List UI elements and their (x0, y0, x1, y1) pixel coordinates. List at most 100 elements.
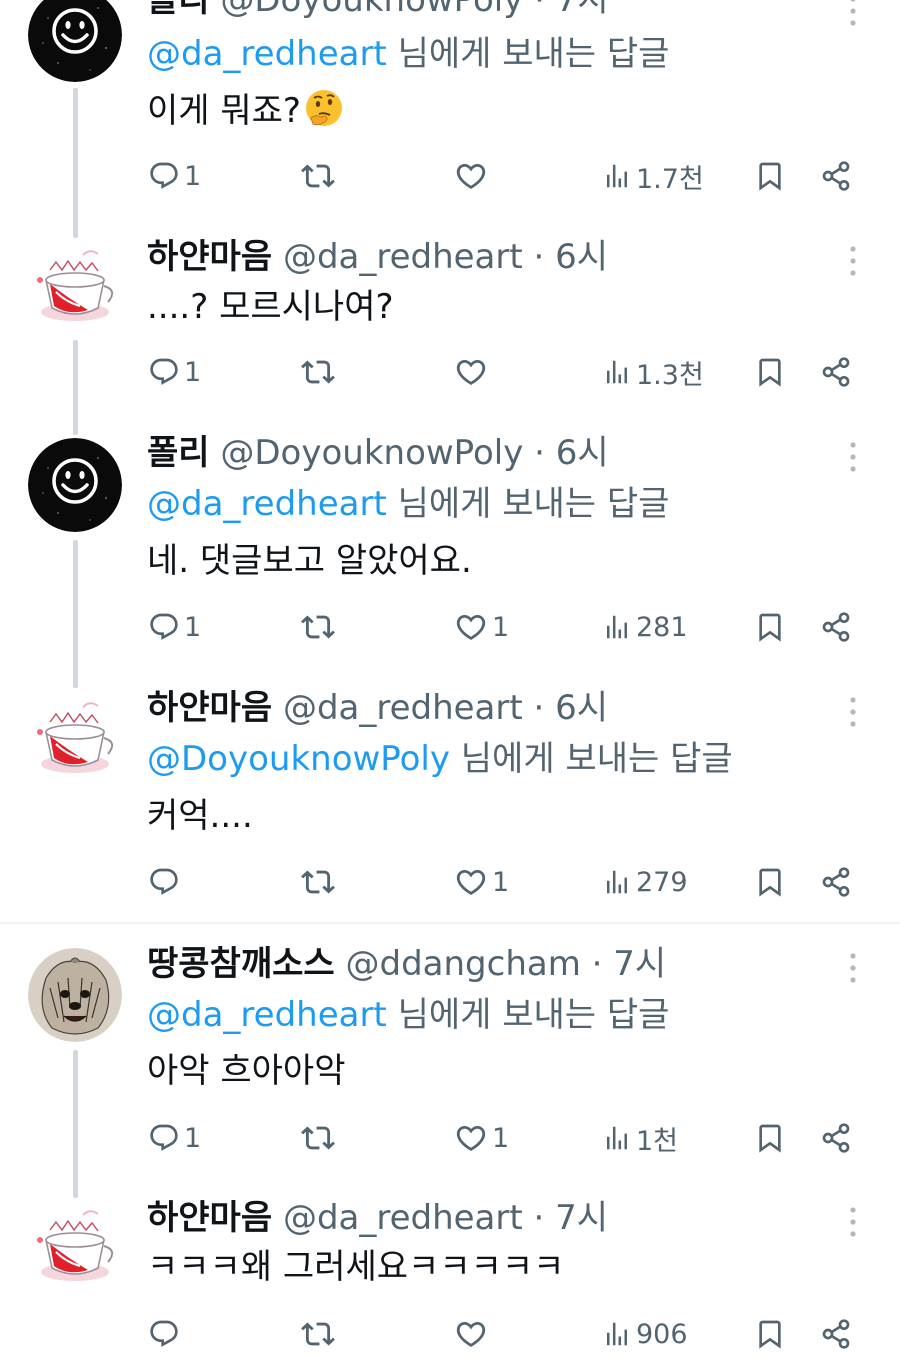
display-name[interactable]: 폴리 (147, 0, 210, 20)
tweet[interactable]: 폴리 @DoyouknowPoly · 6시 @da_redheart 님에게 … (0, 410, 900, 688)
separator: · (522, 688, 556, 728)
avatar[interactable] (28, 948, 122, 1042)
user-handle[interactable]: @da_redheart (283, 1198, 523, 1238)
share-button[interactable] (820, 605, 852, 649)
share-button[interactable] (820, 860, 852, 904)
views-button[interactable]: 281 (602, 605, 688, 649)
bookmark-icon (754, 610, 786, 644)
more-options-icon[interactable] (844, 0, 862, 28)
reply-button[interactable]: 1 (148, 154, 201, 198)
replying-suffix: 님에게 보내는 답글 (386, 484, 670, 524)
user-handle[interactable]: @DoyouknowPoly (220, 433, 523, 473)
bookmark-icon (754, 1121, 786, 1155)
tweet-header: 하얀마음 @da_redheart · 7시 (147, 1196, 608, 1240)
bookmark-button[interactable] (754, 154, 786, 198)
views-icon (602, 161, 632, 191)
views-button[interactable]: 279 (602, 860, 688, 904)
display-name[interactable]: 폴리 (147, 433, 210, 473)
like-button[interactable]: 1 (454, 605, 509, 649)
reply-button[interactable]: 1 (148, 350, 201, 394)
share-icon (820, 1122, 852, 1154)
tweet[interactable]: 폴리 @DoyouknowPoly · 7시 @da_redheart 님에게 … (0, 0, 900, 238)
reply-button[interactable] (148, 860, 184, 904)
bookmark-button[interactable] (754, 350, 786, 394)
avatar[interactable] (28, 438, 122, 532)
bookmark-button[interactable] (754, 860, 786, 904)
display-name[interactable]: 땅콩참깨소스 (147, 944, 335, 984)
mention-link[interactable]: @da_redheart (147, 995, 387, 1035)
retweet-button[interactable] (301, 154, 335, 198)
retweet-button[interactable] (301, 350, 335, 394)
tweet[interactable]: 하얀마음 @da_redheart · 6시 @DoyouknowPoly 님에… (0, 660, 900, 922)
avatar[interactable] (28, 0, 122, 82)
tweet-header: 하얀마음 @da_redheart · 6시 (147, 686, 608, 730)
timestamp[interactable]: 6시 (556, 433, 609, 473)
reply-icon (148, 611, 180, 643)
bookmark-button[interactable] (754, 1116, 786, 1160)
display-name[interactable]: 하얀마음 (147, 688, 272, 728)
replying-to: @da_redheart 님에게 보내는 답글 (147, 479, 669, 529)
action-bar: 1 1.7천 (0, 154, 900, 198)
timestamp[interactable]: 6시 (555, 237, 608, 277)
tweet[interactable]: 땅콩참깨소스 @ddangcham · 7시 @da_redheart 님에게 … (0, 924, 900, 1198)
views-icon (602, 612, 632, 642)
user-handle[interactable]: @da_redheart (283, 237, 523, 277)
timestamp[interactable]: 7시 (555, 1198, 608, 1238)
tweet[interactable]: 하얀마음 @da_redheart · 7시 ㅋㅋㅋ왜 그러세요ㅋㅋㅋㅋㅋ 90… (0, 1174, 900, 1358)
share-button[interactable] (820, 154, 852, 198)
tweet-text: 이게 뭐죠? (147, 86, 345, 136)
share-icon (820, 356, 852, 388)
like-button[interactable] (454, 1312, 492, 1356)
user-handle[interactable]: @da_redheart (283, 688, 523, 728)
like-button[interactable] (454, 350, 492, 394)
reply-count: 1 (184, 611, 202, 643)
reply-button[interactable]: 1 (148, 605, 201, 649)
like-button[interactable]: 1 (454, 860, 509, 904)
views-button[interactable]: 1.7천 (602, 154, 704, 198)
more-options-icon[interactable] (844, 244, 862, 278)
views-button[interactable]: 1.3천 (602, 350, 704, 394)
reply-icon (148, 1318, 180, 1350)
avatar[interactable] (28, 692, 122, 786)
more-options-icon[interactable] (844, 695, 862, 729)
tweet[interactable]: 하얀마음 @da_redheart · 6시 ....? 모르시나여? 1 1.… (0, 210, 900, 435)
mention-link[interactable]: @da_redheart (147, 484, 387, 524)
bookmark-button[interactable] (754, 1312, 786, 1356)
reply-button[interactable] (148, 1312, 184, 1356)
user-handle[interactable]: @ddangcham (346, 944, 581, 984)
views-button[interactable]: 1천 (602, 1116, 678, 1160)
avatar[interactable] (28, 240, 122, 334)
avatar[interactable] (28, 1200, 122, 1294)
retweet-button[interactable] (301, 860, 335, 904)
user-handle[interactable]: @DoyouknowPoly (220, 0, 523, 20)
timestamp[interactable]: 6시 (555, 688, 608, 728)
mention-link[interactable]: @DoyouknowPoly (147, 739, 450, 779)
views-icon (602, 867, 632, 897)
timestamp[interactable]: 7시 (613, 944, 666, 984)
retweet-button[interactable] (301, 1116, 335, 1160)
share-icon (820, 866, 852, 898)
timestamp[interactable]: 7시 (556, 0, 609, 20)
more-options-icon[interactable] (844, 440, 862, 474)
display-name[interactable]: 하얀마음 (147, 237, 272, 277)
smiley-avatar-icon (28, 0, 122, 82)
replying-to: @DoyouknowPoly 님에게 보내는 답글 (147, 734, 733, 784)
reply-button[interactable]: 1 (148, 1116, 201, 1160)
views-button[interactable]: 906 (602, 1312, 688, 1356)
share-button[interactable] (820, 1116, 852, 1160)
display-name[interactable]: 하얀마음 (147, 1198, 272, 1238)
retweet-button[interactable] (301, 1312, 335, 1356)
share-button[interactable] (820, 350, 852, 394)
mention-link[interactable]: @da_redheart (147, 34, 387, 74)
retweet-button[interactable] (301, 605, 335, 649)
dog-avatar-icon (28, 948, 122, 1042)
share-button[interactable] (820, 1312, 852, 1356)
more-options-icon[interactable] (844, 1205, 862, 1239)
like-button[interactable]: 1 (454, 1116, 509, 1160)
more-options-icon[interactable] (844, 951, 862, 985)
reply-count: 1 (184, 160, 202, 192)
reply-icon (148, 1122, 180, 1154)
bookmark-button[interactable] (754, 605, 786, 649)
like-button[interactable] (454, 154, 492, 198)
tweet-text: 네. 댓글보고 알았어요. (147, 541, 472, 581)
